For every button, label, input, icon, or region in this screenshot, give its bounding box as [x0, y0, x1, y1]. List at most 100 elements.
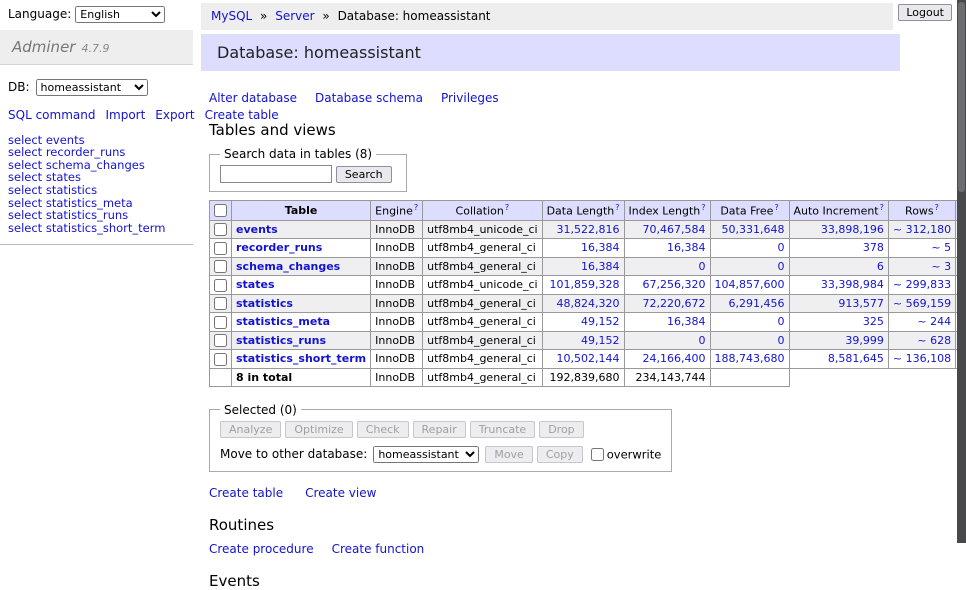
data_length-link-statistics_short_term[interactable]: 10,502,144 — [557, 352, 620, 365]
rows-link-statistics_runs[interactable]: ~ 628 — [917, 334, 951, 347]
auto_increment-link-statistics_short_term[interactable]: 8,581,645 — [828, 352, 884, 365]
breadcrumb-server[interactable]: Server — [275, 9, 314, 23]
move-db-select[interactable]: homeassistant — [373, 446, 479, 463]
logout-button[interactable]: Logout — [898, 4, 952, 21]
repair-button[interactable]: Repair — [413, 421, 466, 438]
auto_increment-link-statistics_runs[interactable]: 39,999 — [845, 334, 884, 347]
help-icon[interactable]: ? — [880, 203, 884, 212]
link-create-view[interactable]: Create view — [305, 486, 376, 500]
action-link-sql-command[interactable]: SQL command — [8, 108, 95, 122]
rows-link-events[interactable]: ~ 312,180 — [893, 223, 951, 236]
check-button[interactable]: Check — [357, 421, 409, 438]
action-link-export[interactable]: Export — [155, 108, 194, 122]
index_length-link-statistics_short_term[interactable]: 24,166,400 — [643, 352, 706, 365]
scrollbar-thumb[interactable] — [958, 2, 965, 192]
checkbox-states[interactable] — [214, 279, 227, 292]
auto_increment-link-recorder_runs[interactable]: 378 — [863, 241, 884, 254]
rows-link-statistics[interactable]: ~ 569,159 — [893, 297, 951, 310]
table-link-statistics[interactable]: statistics — [236, 297, 293, 310]
auto_increment-link-statistics_meta[interactable]: 325 — [863, 315, 884, 328]
table-link-events[interactable]: events — [236, 223, 278, 236]
rows-link-schema_changes[interactable]: ~ 3 — [931, 260, 951, 273]
link-alter-database[interactable]: Alter database — [209, 91, 297, 105]
link-create-procedure[interactable]: Create procedure — [209, 542, 314, 556]
table-link-recorder_runs[interactable]: recorder_runs — [236, 241, 322, 254]
auto_increment-link-states[interactable]: 33,398,984 — [821, 278, 884, 291]
auto_increment-link-statistics[interactable]: 913,577 — [838, 297, 884, 310]
table-link-statistics_runs[interactable]: statistics_runs — [236, 334, 326, 347]
scrollbar[interactable] — [957, 0, 966, 543]
rows-link-statistics_meta[interactable]: ~ 244 — [917, 315, 951, 328]
index_length-link-statistics_runs[interactable]: 0 — [699, 334, 706, 347]
index_length-link-events[interactable]: 70,467,584 — [643, 223, 706, 236]
select-all-checkbox[interactable] — [214, 204, 227, 217]
auto_increment-link-schema_changes[interactable]: 6 — [877, 260, 884, 273]
table-link-schema_changes[interactable]: schema_changes — [236, 260, 340, 273]
action-link-import[interactable]: Import — [105, 108, 145, 122]
data_free-link-recorder_runs[interactable]: 0 — [778, 241, 785, 254]
help-icon[interactable]: ? — [414, 203, 418, 212]
index_length-link-schema_changes[interactable]: 0 — [699, 260, 706, 273]
help-icon[interactable]: ? — [701, 203, 705, 212]
data_length-link-states[interactable]: 101,859,328 — [550, 278, 620, 291]
index_length-link-statistics[interactable]: 72,220,672 — [643, 297, 706, 310]
data_length-link-statistics_runs[interactable]: 49,152 — [581, 334, 620, 347]
help-icon[interactable]: ? — [774, 203, 778, 212]
index_length-link-states[interactable]: 67,256,320 — [643, 278, 706, 291]
data_free-link-statistics_meta[interactable]: 0 — [778, 315, 785, 328]
data_length-link-statistics[interactable]: 48,824,320 — [557, 297, 620, 310]
index_length-link-statistics_meta[interactable]: 16,384 — [667, 315, 706, 328]
help-icon[interactable]: ? — [935, 203, 939, 212]
data_free-link-statistics_runs[interactable]: 0 — [778, 334, 785, 347]
drop-button[interactable]: Drop — [539, 421, 583, 438]
data_free-link-states[interactable]: 104,857,600 — [715, 278, 785, 291]
db-select[interactable]: homeassistant — [36, 79, 148, 96]
checkbox-statistics[interactable] — [214, 297, 227, 310]
breadcrumb-mysql[interactable]: MySQL — [211, 9, 252, 23]
truncate-button[interactable]: Truncate — [470, 421, 535, 438]
link-create-function[interactable]: Create function — [332, 542, 425, 556]
link-privileges[interactable]: Privileges — [441, 91, 499, 105]
auto_increment-link-events[interactable]: 33,898,196 — [821, 223, 884, 236]
checkbox-statistics_meta[interactable] — [214, 316, 227, 329]
rows-link-recorder_runs[interactable]: ~ 5 — [931, 241, 951, 254]
analyze-button[interactable]: Analyze — [220, 421, 281, 438]
data_free-link-statistics_short_term[interactable]: 188,743,680 — [715, 352, 785, 365]
sidebar-link-select-statistics-short-term[interactable]: select statistics_short_term — [8, 222, 193, 235]
app-name[interactable]: Adminer — [12, 38, 75, 56]
cell-index_length: 16,384 — [624, 313, 710, 332]
language-select[interactable]: English — [75, 6, 165, 23]
move-button[interactable]: Move — [485, 446, 533, 463]
data_length-link-schema_changes[interactable]: 16,384 — [581, 260, 620, 273]
help-icon[interactable]: ? — [615, 203, 619, 212]
index_length-link-recorder_runs[interactable]: 16,384 — [667, 241, 706, 254]
table-link-states[interactable]: states — [236, 278, 275, 291]
checkbox-statistics_runs[interactable] — [214, 334, 227, 347]
sidebar-link-select-statistics[interactable]: select statistics — [8, 184, 193, 197]
data_length-link-recorder_runs[interactable]: 16,384 — [581, 241, 620, 254]
language-label: Language: — [8, 7, 71, 21]
sidebar-link-select-statistics-runs[interactable]: select statistics_runs — [8, 209, 193, 222]
table-link-statistics_meta[interactable]: statistics_meta — [236, 315, 330, 328]
link-database-schema[interactable]: Database schema — [315, 91, 423, 105]
checkbox-schema_changes[interactable] — [214, 260, 227, 273]
search-input[interactable] — [220, 165, 332, 183]
checkbox-statistics_short_term[interactable] — [214, 353, 227, 366]
rows-link-statistics_short_term[interactable]: ~ 136,108 — [893, 352, 951, 365]
table-link-statistics_short_term[interactable]: statistics_short_term — [236, 352, 366, 365]
overwrite-checkbox[interactable] — [591, 448, 604, 461]
checkbox-events[interactable] — [214, 223, 227, 236]
sidebar-link-select-recorder-runs[interactable]: select recorder_runs — [8, 146, 193, 159]
copy-button[interactable]: Copy — [537, 446, 583, 463]
data_length-link-statistics_meta[interactable]: 49,152 — [581, 315, 620, 328]
rows-link-states[interactable]: ~ 299,833 — [893, 278, 951, 291]
data_length-link-events[interactable]: 31,522,816 — [557, 223, 620, 236]
data_free-link-events[interactable]: 50,331,648 — [722, 223, 785, 236]
optimize-button[interactable]: Optimize — [285, 421, 352, 438]
checkbox-recorder_runs[interactable] — [214, 242, 227, 255]
search-button[interactable]: Search — [336, 166, 392, 183]
help-icon[interactable]: ? — [505, 203, 509, 212]
link-create-table[interactable]: Create table — [209, 486, 283, 500]
data_free-link-statistics[interactable]: 6,291,456 — [729, 297, 785, 310]
data_free-link-schema_changes[interactable]: 0 — [778, 260, 785, 273]
